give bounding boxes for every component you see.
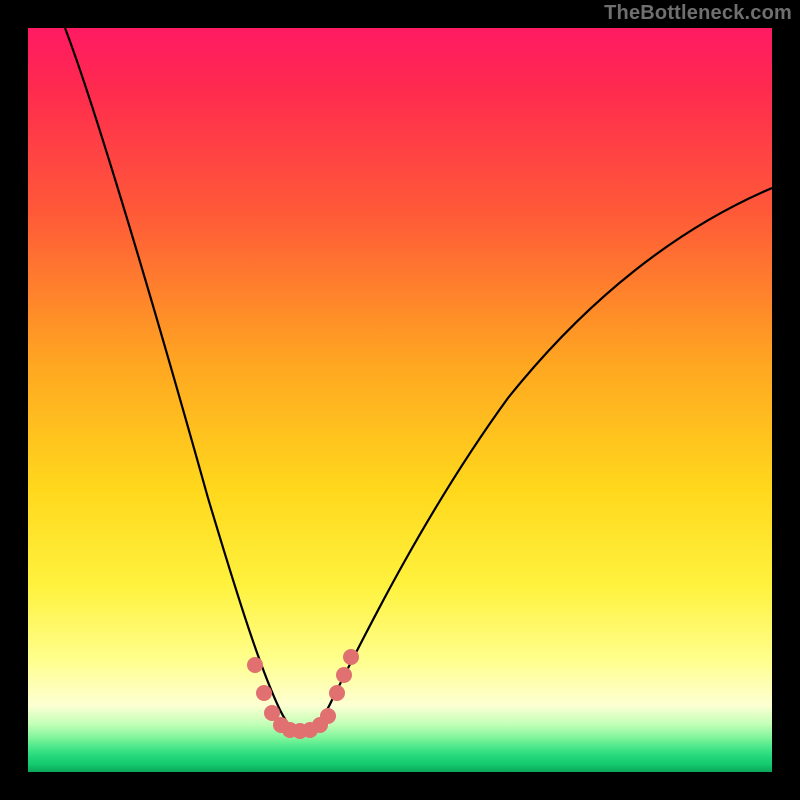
watermark-text: TheBottleneck.com <box>604 2 792 25</box>
plot-area <box>28 28 772 772</box>
curve-right-branch <box>300 188 772 730</box>
curve-layer <box>28 28 772 772</box>
marker-dot <box>329 685 345 701</box>
chart-frame: TheBottleneck.com <box>0 0 800 800</box>
marker-dot <box>336 667 352 683</box>
marker-dot <box>343 649 359 665</box>
curve-left-branch <box>65 28 300 730</box>
marker-dot <box>256 685 272 701</box>
marker-dot <box>247 657 263 673</box>
valley-markers <box>247 649 359 739</box>
marker-dot <box>320 708 336 724</box>
